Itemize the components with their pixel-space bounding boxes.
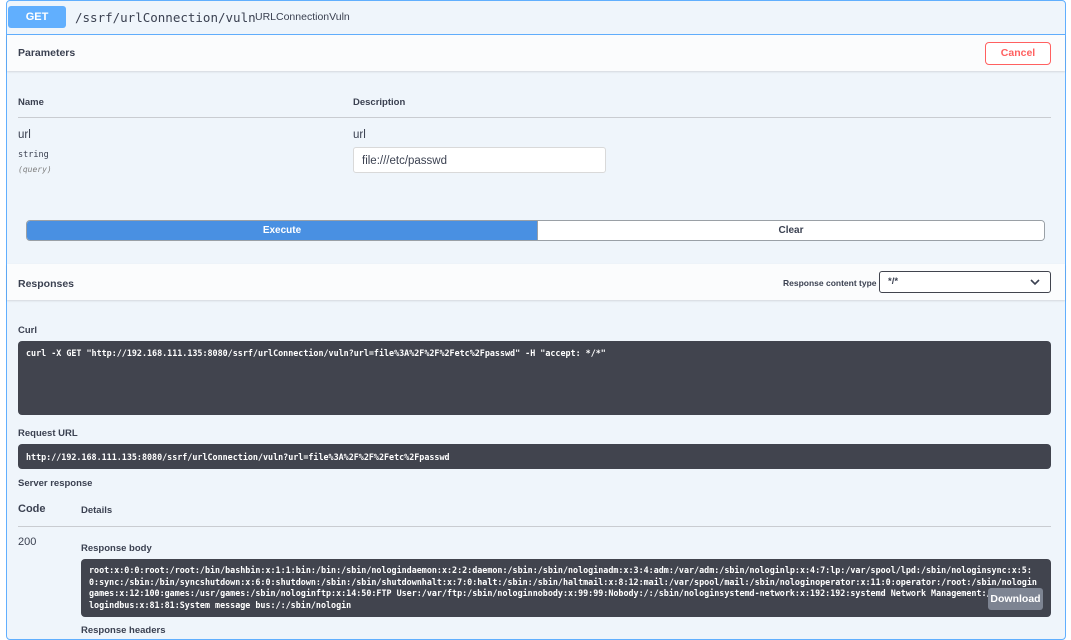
response-body: root:x:0:0:root:/root:/bin/bashbin:x:1:1…	[89, 565, 1037, 611]
operation-block: GET /ssrf/urlConnection/vuln URLConnecti…	[6, 0, 1066, 640]
response-content-type-value: */*	[888, 276, 899, 287]
responses-title: Responses	[18, 278, 75, 290]
col-name-header: Name	[18, 97, 44, 108]
operation-path: /ssrf/urlConnection/vuln	[75, 10, 256, 25]
server-response-label: Server response	[18, 478, 93, 489]
request-url-box[interactable]: http://192.168.111.135:8080/ssrf/urlConn…	[18, 444, 1051, 469]
response-content-type-label: Response content type	[783, 278, 877, 288]
chevron-down-icon	[1030, 279, 1040, 286]
response-content-type-select[interactable]: */*	[879, 271, 1051, 293]
parameters-divider	[18, 117, 1051, 118]
operation-summary[interactable]: GET /ssrf/urlConnection/vuln URLConnecti…	[7, 1, 1065, 35]
param-name: url	[18, 129, 31, 141]
parameters-header: Parameters Cancel	[7, 35, 1065, 71]
execute-clear-group: Execute Clear	[26, 220, 1045, 241]
curl-label: Curl	[18, 325, 37, 336]
param-location: (query)	[18, 165, 52, 174]
method-badge: GET	[8, 6, 66, 28]
curl-command: curl -X GET "http://192.168.111.135:8080…	[26, 348, 606, 358]
cancel-button[interactable]: Cancel	[985, 42, 1051, 65]
response-body-label: Response body	[81, 543, 152, 554]
param-type: string	[18, 150, 49, 160]
response-body-box[interactable]: root:x:0:0:root:/root:/bin/bashbin:x:1:1…	[81, 559, 1051, 617]
execute-button[interactable]: Execute	[27, 221, 537, 240]
code-header: Code	[18, 503, 46, 515]
request-url: http://192.168.111.135:8080/ssrf/urlConn…	[26, 452, 450, 462]
status-code: 200	[18, 536, 37, 548]
request-url-label: Request URL	[18, 428, 78, 439]
clear-button[interactable]: Clear	[537, 221, 1044, 240]
url-input[interactable]: file:///etc/passwd	[353, 147, 606, 173]
curl-command-box[interactable]: curl -X GET "http://192.168.111.135:8080…	[18, 341, 1051, 415]
parameters-title: Parameters	[18, 47, 76, 59]
operation-description: URLConnectionVuln	[255, 11, 350, 23]
download-button[interactable]: Download	[988, 588, 1043, 610]
details-header: Details	[81, 505, 113, 516]
param-description: url	[353, 129, 366, 141]
response-table-divider	[18, 526, 1051, 527]
col-description-header: Description	[353, 97, 406, 108]
